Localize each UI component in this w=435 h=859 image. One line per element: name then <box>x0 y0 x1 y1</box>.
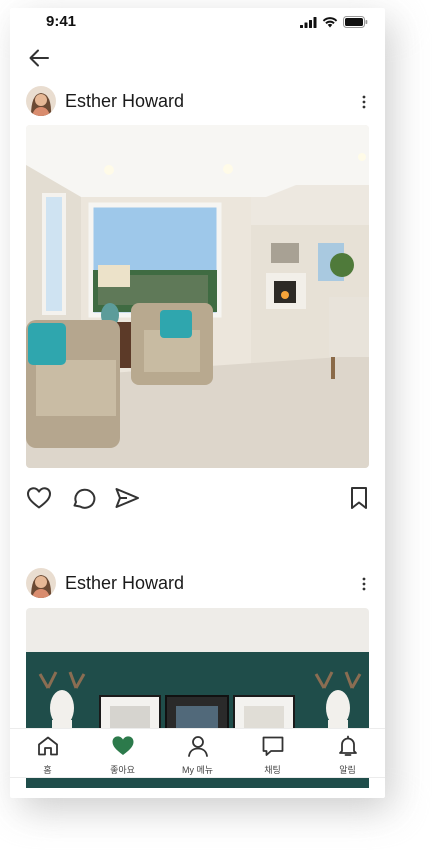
post-image-living-room[interactable] <box>26 125 369 468</box>
bookmark-button[interactable] <box>349 486 369 515</box>
bell-icon <box>339 735 357 756</box>
tab-label: My 메뉴 <box>181 765 214 775</box>
tab-my-menu[interactable]: My 메뉴 <box>160 729 235 779</box>
avatar[interactable] <box>26 86 56 116</box>
tab-notifications[interactable]: 알림 <box>310 729 385 779</box>
post-header: Esther Howard <box>26 568 369 600</box>
tab-home[interactable]: 홈 <box>10 729 85 779</box>
send-icon <box>115 488 139 508</box>
more-vertical-icon <box>362 95 366 109</box>
back-button[interactable] <box>28 48 52 70</box>
heart-icon <box>112 736 134 755</box>
phone-screen: 9:41 Esther Howard Esther Howard 홈 좋아요 M… <box>10 8 385 798</box>
battery-icon <box>343 16 368 28</box>
tab-likes[interactable]: 좋아요 <box>85 729 160 779</box>
tab-label: 홈 <box>43 765 52 775</box>
more-options-button[interactable] <box>359 92 369 112</box>
chat-icon <box>262 736 284 756</box>
heart-outline-icon <box>27 487 51 509</box>
avatar[interactable] <box>26 568 56 598</box>
tab-chat[interactable]: 채팅 <box>235 729 310 779</box>
bookmark-icon <box>351 487 367 509</box>
like-button[interactable] <box>26 486 52 515</box>
wifi-icon <box>322 17 338 28</box>
signal-icon <box>300 16 317 28</box>
author-name[interactable]: Esther Howard <box>65 573 184 594</box>
post-header: Esther Howard <box>26 86 369 118</box>
status-bar: 9:41 <box>10 8 385 38</box>
tab-label: 좋아요 <box>110 765 135 775</box>
bottom-tab-bar: 홈 좋아요 My 메뉴 채팅 알림 <box>10 728 385 778</box>
tab-label: 알림 <box>339 765 356 775</box>
person-icon <box>188 736 208 757</box>
comment-button[interactable] <box>70 486 96 515</box>
home-icon <box>38 736 58 756</box>
status-time: 9:41 <box>46 13 77 30</box>
more-options-button[interactable] <box>359 574 369 594</box>
comment-icon <box>73 488 96 509</box>
share-button[interactable] <box>114 486 140 515</box>
author-name[interactable]: Esther Howard <box>65 91 184 112</box>
more-vertical-icon <box>362 577 366 591</box>
arrow-left-icon <box>29 49 49 67</box>
tab-label: 채팅 <box>264 765 281 775</box>
status-icons <box>300 16 368 28</box>
post-actions <box>26 486 369 512</box>
